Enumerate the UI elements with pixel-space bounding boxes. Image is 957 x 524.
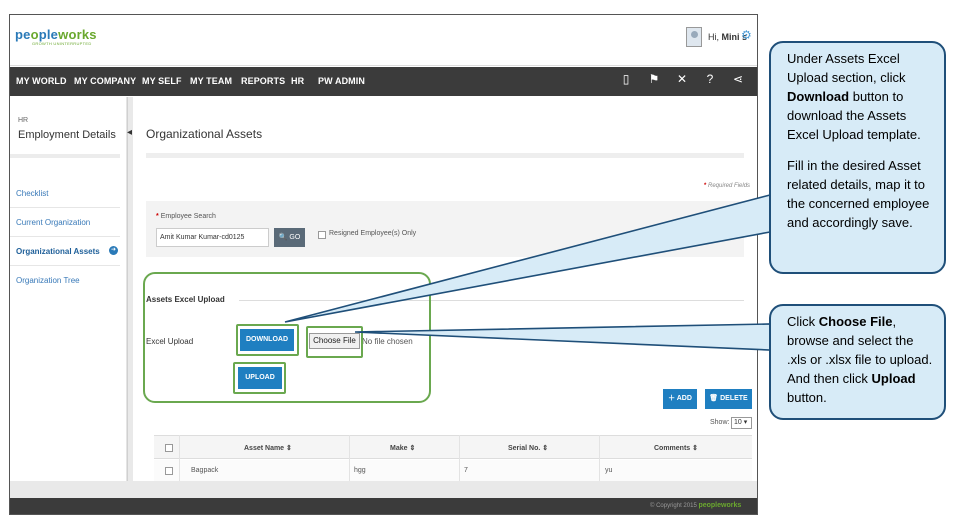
go-button[interactable]: 🔍 GO bbox=[274, 228, 305, 247]
nav-item-hr[interactable]: HR bbox=[291, 76, 304, 86]
nav-item-my-self[interactable]: MY SELF bbox=[142, 76, 182, 86]
nav-item-my-world[interactable]: MY WORLD bbox=[16, 76, 67, 86]
cell-serial-no: 7 bbox=[464, 467, 468, 474]
arrow-right-icon: ➜ bbox=[109, 246, 118, 255]
gear-icon[interactable]: ⚙ bbox=[741, 28, 752, 42]
main-nav: MY WORLD MY COMPANY MY SELF MY TEAM REPO… bbox=[10, 67, 757, 96]
employee-search-label: * Employee Search bbox=[156, 213, 216, 220]
logo-tagline: GROWTH UNINTERRUPTED bbox=[32, 41, 92, 46]
column-divider bbox=[349, 435, 350, 482]
search-icon: 🔍 bbox=[278, 234, 288, 241]
trash-icon: 🗑 bbox=[709, 395, 719, 402]
column-header-make[interactable]: Make ⇕ bbox=[390, 444, 415, 452]
sidebar-divider bbox=[10, 207, 120, 208]
footer: © Copyright 2015 peopleworks bbox=[10, 498, 757, 514]
nav-item-pw-admin[interactable]: PW ADMIN bbox=[318, 76, 365, 86]
assets-upload-highlight bbox=[143, 272, 431, 403]
avatar[interactable] bbox=[686, 27, 702, 47]
employee-search-panel: * Employee Search Amit Kumar Kumar-cd012… bbox=[146, 201, 744, 257]
plus-icon: ＋ bbox=[668, 395, 676, 402]
sidebar-divider bbox=[10, 265, 120, 266]
select-all-checkbox[interactable] bbox=[165, 444, 173, 452]
nav-item-reports[interactable]: REPORTS bbox=[241, 76, 285, 86]
sidebar-item-checklist[interactable]: Checklist bbox=[16, 189, 48, 198]
cell-make: hgg bbox=[354, 467, 366, 474]
required-fields-note: * Required Fields bbox=[704, 183, 751, 189]
column-header-comments[interactable]: Comments ⇕ bbox=[654, 444, 698, 452]
help-icon[interactable]: ? bbox=[703, 72, 717, 86]
column-header-serial-no[interactable]: Serial No. ⇕ bbox=[508, 444, 548, 452]
callout-upload-instructions: Click Choose File, browse and select the… bbox=[769, 304, 946, 420]
row-checkbox[interactable] bbox=[165, 467, 173, 475]
add-button[interactable]: ＋ ADD bbox=[663, 389, 697, 409]
left-sidebar: HR Employment Details Checklist Current … bbox=[10, 97, 127, 481]
table-header: Asset Name ⇕ Make ⇕ Serial No. ⇕ Comment… bbox=[154, 435, 752, 459]
sidebar-module-label: HR bbox=[18, 117, 29, 124]
callout-download-instructions: Under Assets Excel Upload section, click… bbox=[769, 41, 946, 274]
sidebar-item-organizational-assets[interactable]: Organizational Assets bbox=[16, 247, 100, 256]
nav-item-my-team[interactable]: MY TEAM bbox=[190, 76, 232, 86]
column-divider bbox=[459, 435, 460, 482]
cell-comments: yu bbox=[605, 467, 613, 474]
show-label: Show: bbox=[710, 419, 730, 426]
cell-asset-name: Bagpack bbox=[191, 467, 219, 474]
sidebar-title: Employment Details bbox=[18, 129, 116, 141]
app-window: peopleworks GROWTH UNINTERRUPTED Hi, Min… bbox=[9, 14, 758, 515]
delete-button[interactable]: 🗑 DELETE bbox=[705, 389, 752, 409]
title-divider bbox=[146, 153, 744, 158]
nav-item-my-company[interactable]: MY COMPANY bbox=[74, 76, 136, 86]
page-size-select[interactable]: 10 ▾ bbox=[731, 417, 752, 429]
book-icon[interactable]: ▯ bbox=[619, 72, 633, 86]
table-row[interactable]: Bagpack hgg 7 yu bbox=[154, 460, 752, 482]
column-header-asset-name[interactable]: Asset Name ⇕ bbox=[244, 444, 292, 452]
sidebar-divider bbox=[10, 154, 120, 158]
employee-search-input[interactable]: Amit Kumar Kumar-cd0125 bbox=[156, 228, 269, 247]
peopleworks-logo[interactable]: peopleworks bbox=[15, 27, 97, 42]
screenshot-stage: peopleworks GROWTH UNINTERRUPTED Hi, Min… bbox=[0, 0, 957, 524]
column-divider bbox=[599, 435, 600, 482]
resigned-label: Resigned Employee(s) Only bbox=[329, 230, 417, 237]
top-header: peopleworks GROWTH UNINTERRUPTED Hi, Min… bbox=[10, 15, 757, 66]
share-icon[interactable]: ⋖ bbox=[731, 72, 745, 86]
resigned-checkbox[interactable] bbox=[318, 231, 326, 239]
footer-strip bbox=[10, 481, 757, 498]
sidebar-divider bbox=[10, 236, 120, 237]
column-divider bbox=[179, 435, 180, 482]
tools-icon[interactable]: ✕ bbox=[675, 72, 689, 86]
flag-icon[interactable]: ⚑ bbox=[647, 72, 661, 86]
copyright-text: © Copyright 2015 peopleworks bbox=[650, 502, 742, 509]
sidebar-item-current-organization[interactable]: Current Organization bbox=[16, 218, 90, 227]
sidebar-item-organization-tree[interactable]: Organization Tree bbox=[16, 276, 80, 285]
chevron-left-icon: ◂ bbox=[127, 127, 133, 138]
sidebar-collapse-handle[interactable]: ◂ bbox=[127, 97, 133, 481]
page-title: Organizational Assets bbox=[146, 127, 263, 141]
